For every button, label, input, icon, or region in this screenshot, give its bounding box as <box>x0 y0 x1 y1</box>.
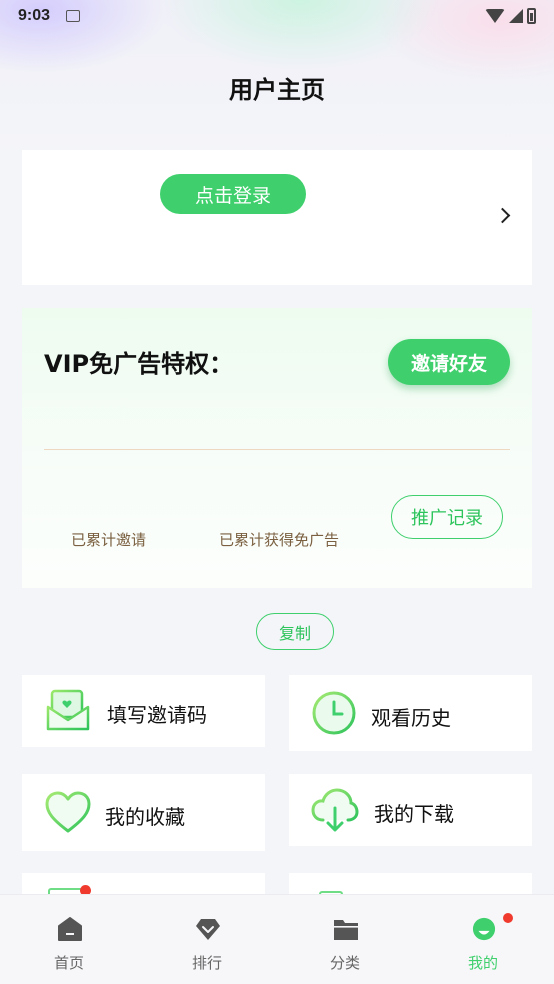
nav-label: 排行 <box>191 954 222 972</box>
earned-adfree-label: 已累计获得免广告 <box>219 531 340 549</box>
login-button[interactable]: 点击登录 <box>160 174 306 214</box>
folder-icon <box>334 920 358 940</box>
tile-label: 填写邀请码 <box>107 703 207 727</box>
tile-watch-history[interactable]: 观看历史 <box>289 675 532 751</box>
red-dot-badge <box>503 913 513 923</box>
tile-my-downloads[interactable]: 我的下载 <box>289 774 532 846</box>
nav-item-category[interactable]: 分类 <box>276 895 414 984</box>
status-time: 9:03 <box>18 7 51 24</box>
vip-card: VIP免广告特权： 邀请好友 推广记录 已累计邀请 已累计获得免广告 <box>22 308 532 588</box>
nav-label: 我的 <box>467 954 498 972</box>
login-card[interactable]: 点击登录 <box>22 150 532 285</box>
bottom-nav: 首页 排行 分类 我的 <box>0 894 554 984</box>
invite-friends-button[interactable]: 邀请好友 <box>388 339 510 385</box>
signal-icon <box>509 9 523 23</box>
invite-envelope-icon <box>46 689 90 731</box>
cloud-download-icon <box>311 788 359 832</box>
heart-icon <box>45 791 91 833</box>
tile-my-favorites[interactable]: 我的收藏 <box>22 774 265 851</box>
divider <box>44 449 510 450</box>
rank-diamond-icon <box>196 919 220 940</box>
vip-title: VIP免广告特权： <box>44 350 234 378</box>
copy-button[interactable]: 复制 <box>256 613 334 650</box>
wifi-icon <box>485 9 505 23</box>
notification-icon <box>66 10 81 22</box>
invited-count-label: 已累计邀请 <box>71 531 147 549</box>
status-bar: 9:03 <box>0 0 554 32</box>
tile-label: 我的下载 <box>374 802 454 826</box>
profile-icon <box>472 917 496 941</box>
tile-label: 观看历史 <box>371 706 451 730</box>
nav-item-mine[interactable]: 我的 <box>414 895 552 984</box>
battery-icon <box>527 8 536 24</box>
tile-label: 我的收藏 <box>105 805 185 829</box>
nav-item-rank[interactable]: 排行 <box>138 895 276 984</box>
status-indicators <box>485 8 536 24</box>
tile-enter-invite-code[interactable]: 填写邀请码 <box>22 675 265 747</box>
nav-item-home[interactable]: 首页 <box>0 895 138 984</box>
page-title: 用户主页 <box>229 76 325 104</box>
promo-record-button[interactable]: 推广记录 <box>391 495 503 539</box>
nav-label: 首页 <box>53 954 84 972</box>
clock-icon <box>312 691 356 735</box>
home-icon <box>58 917 82 941</box>
chevron-right-icon[interactable] <box>494 207 511 224</box>
nav-label: 分类 <box>329 954 360 972</box>
